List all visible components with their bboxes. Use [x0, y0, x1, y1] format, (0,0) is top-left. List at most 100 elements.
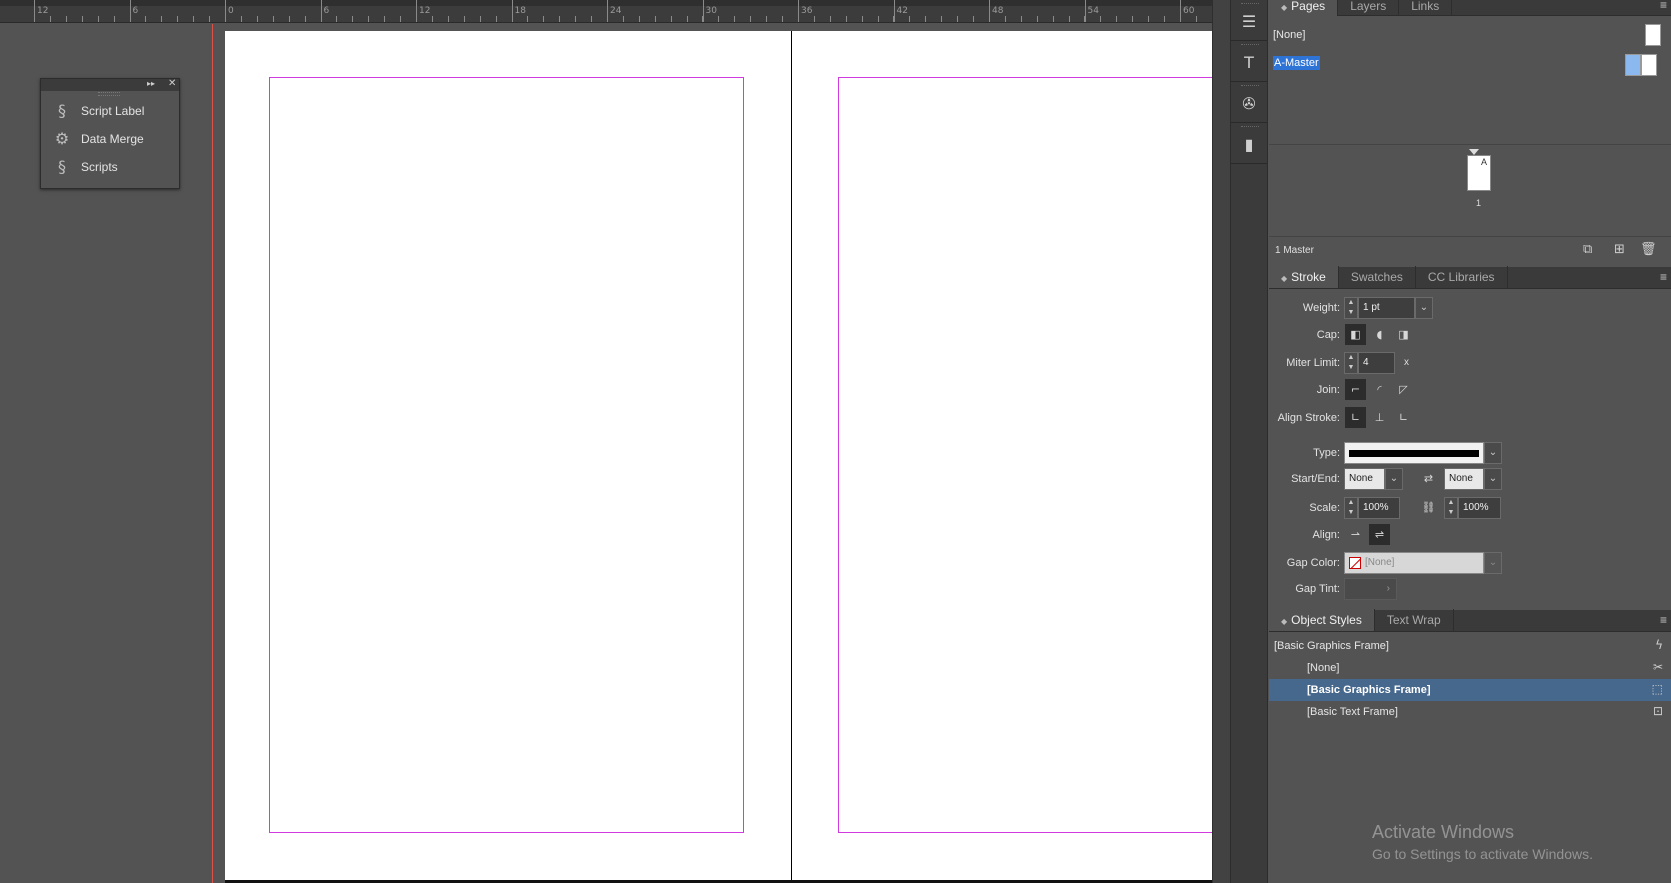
new-page-icon[interactable]: ⊞: [1614, 242, 1625, 257]
miter-limit-input[interactable]: 4: [1358, 352, 1395, 374]
ruler-minor-tick: [607, 16, 608, 22]
horizontal-ruler[interactable]: 12 6 0 6 12 18 24 30 36 42 48 54 60: [0, 0, 1212, 23]
collapse-panel-icon[interactable]: ▸▸: [147, 79, 155, 88]
scale-start-input[interactable]: 100%: [1358, 497, 1400, 519]
scripts-slot[interactable]: ✇: [1231, 82, 1267, 123]
a-master-row[interactable]: A-Master: [1269, 50, 1671, 78]
tab-cc-libraries[interactable]: CC Libraries: [1416, 266, 1508, 288]
gap-tint-label: Gap Tint:: [1295, 583, 1340, 595]
tab-stroke[interactable]: ◆ Stroke: [1269, 266, 1339, 288]
tab-text-wrap[interactable]: Text Wrap: [1375, 609, 1454, 631]
gap-color-select[interactable]: [None]: [1344, 552, 1484, 574]
cap-row: Cap: ◧ ◖ ◨: [1269, 324, 1671, 348]
gap-color-label: Gap Color:: [1286, 557, 1340, 569]
delete-page-icon[interactable]: 🗑: [1640, 242, 1657, 257]
ruler-minor-tick: [432, 16, 433, 22]
ruler-minor-tick: [766, 16, 767, 22]
object-style-basic-text-frame[interactable]: [Basic Text Frame] ⊡: [1269, 701, 1671, 723]
ruler-minor-tick: [464, 16, 465, 22]
swap-start-end-icon[interactable]: ⇄: [1418, 468, 1439, 489]
tab-swatches[interactable]: Swatches: [1339, 266, 1416, 288]
ruler-minor-tick: [702, 16, 703, 22]
scale-end-input[interactable]: 100%: [1458, 497, 1501, 519]
scale-end-stepper[interactable]: ▲ ▼: [1444, 497, 1458, 519]
edit-page-size-icon[interactable]: ⧉: [1583, 242, 1592, 257]
paragraph-align-icon[interactable]: ☰: [1231, 12, 1267, 31]
align-inside-stroke-icon[interactable]: ⊥: [1369, 407, 1390, 428]
miter-stepper[interactable]: ▲ ▼: [1344, 352, 1358, 374]
panel-grip[interactable]: [98, 92, 120, 96]
stroke-panel[interactable]: ◆ Stroke Swatches CC Libraries ≡ Weight: …: [1269, 266, 1671, 605]
gap-color-dropdown[interactable]: ⌄: [1484, 552, 1502, 574]
bevel-join-icon[interactable]: ◸: [1393, 379, 1414, 400]
page-master-letter: A: [1480, 157, 1487, 167]
place-arrow-tip-icon[interactable]: ⇌: [1369, 524, 1390, 545]
tab-object-styles[interactable]: ◆ Object Styles: [1269, 609, 1375, 631]
pages-area[interactable]: A 1: [1269, 144, 1671, 236]
master-none-thumbnail[interactable]: [1645, 24, 1661, 46]
miter-join-icon[interactable]: ⌐: [1345, 379, 1366, 400]
collapsed-panel-dock[interactable]: ☰ T ✇ ▮: [1230, 0, 1268, 883]
object-style-none[interactable]: [None] ✂: [1269, 657, 1671, 679]
scripts-dock-icon[interactable]: ✇: [1231, 94, 1267, 113]
data-merge-icon: ⚙: [54, 129, 70, 148]
scripts-floating-panel[interactable]: ▸▸ ✕ § Script Label ⚙ Data Merge § Scrip…: [40, 78, 180, 189]
start-dropdown[interactable]: ⌄: [1385, 468, 1403, 490]
link-scale-icon[interactable]: ⛓: [1418, 497, 1439, 518]
activate-windows-title: Activate Windows: [1372, 822, 1515, 842]
start-select[interactable]: None: [1344, 468, 1385, 490]
align-stroke-label: Align Stroke:: [1277, 412, 1340, 424]
round-join-icon[interactable]: ◜: [1369, 379, 1390, 400]
butt-cap-icon[interactable]: ◧: [1345, 324, 1366, 345]
stroke-type-select[interactable]: [1344, 442, 1484, 464]
ruler-label: 60: [1183, 6, 1195, 16]
round-cap-icon[interactable]: ◖: [1369, 324, 1390, 345]
lightning-icon[interactable]: ϟ: [1655, 638, 1663, 652]
page-1-thumbnail[interactable]: A: [1467, 155, 1491, 191]
tab-layers[interactable]: Layers: [1338, 0, 1400, 16]
end-select[interactable]: None: [1444, 468, 1484, 490]
weight-dropdown[interactable]: ⌄: [1415, 297, 1433, 319]
weight-input[interactable]: 1 pt: [1358, 297, 1415, 319]
ruler-minor-tick: [225, 16, 226, 22]
ruler-minor-tick: [193, 16, 194, 22]
extend-arrow-tip-icon[interactable]: ⇀: [1345, 524, 1366, 545]
panel-menu-icon[interactable]: ≡: [1660, 0, 1667, 12]
text-tool-slot[interactable]: T: [1231, 41, 1267, 82]
align-center-stroke-icon[interactable]: ∟: [1345, 407, 1366, 428]
data-merge-item[interactable]: ⚙ Data Merge: [41, 125, 179, 153]
scripts-item[interactable]: § Scripts: [41, 153, 179, 181]
object-style-graphics-label: [Basic Graphics Frame]: [1307, 684, 1431, 696]
weight-stepper[interactable]: ▲ ▼: [1344, 297, 1358, 319]
a-master-right-thumbnail[interactable]: [1641, 54, 1657, 76]
ruler-minor-tick: [909, 16, 910, 22]
gap-tint-input[interactable]: ›: [1344, 578, 1397, 600]
ruler-minor-tick: [496, 16, 497, 22]
ruler-minor-tick: [368, 16, 369, 22]
scale-start-stepper[interactable]: ▲ ▼: [1344, 497, 1358, 519]
close-panel-icon[interactable]: ✕: [168, 78, 176, 89]
stroke-type-dropdown[interactable]: ⌄: [1484, 442, 1502, 464]
current-object-style: [Basic Graphics Frame]: [1274, 640, 1389, 652]
clear-style-icon[interactable]: ✂: [1653, 660, 1663, 674]
object-styles-menu-icon[interactable]: ≡: [1660, 613, 1667, 627]
object-style-basic-graphics-frame[interactable]: [Basic Graphics Frame] ⬚: [1269, 679, 1671, 701]
pages-panel-tabs: ◆ Pages Layers Links ≡: [1269, 0, 1671, 16]
stroke-panel-menu-icon[interactable]: ≡: [1660, 270, 1667, 284]
tab-links[interactable]: Links: [1399, 0, 1453, 16]
ruler-minor-tick: [687, 16, 688, 22]
bookmark-icon[interactable]: ▮: [1231, 135, 1267, 154]
panel-title-bar[interactable]: ▸▸ ✕: [41, 78, 179, 96]
master-none-row[interactable]: [None]: [1269, 22, 1671, 50]
dock-divider[interactable]: [1212, 0, 1230, 883]
pages-panel[interactable]: ◆ Pages Layers Links ≡ [None] A-Master A …: [1269, 0, 1671, 262]
projecting-cap-icon[interactable]: ◨: [1393, 324, 1414, 345]
align-outside-stroke-icon[interactable]: ∟: [1393, 407, 1414, 428]
tab-pages[interactable]: ◆ Pages: [1269, 0, 1339, 16]
end-dropdown[interactable]: ⌄: [1484, 468, 1502, 490]
paragraph-styles-slot[interactable]: ☰: [1231, 0, 1267, 41]
script-label-item[interactable]: § Script Label: [41, 97, 179, 125]
bookmarks-slot[interactable]: ▮: [1231, 123, 1267, 164]
a-master-left-thumbnail[interactable]: [1625, 54, 1641, 76]
type-on-path-icon[interactable]: T: [1231, 53, 1267, 72]
